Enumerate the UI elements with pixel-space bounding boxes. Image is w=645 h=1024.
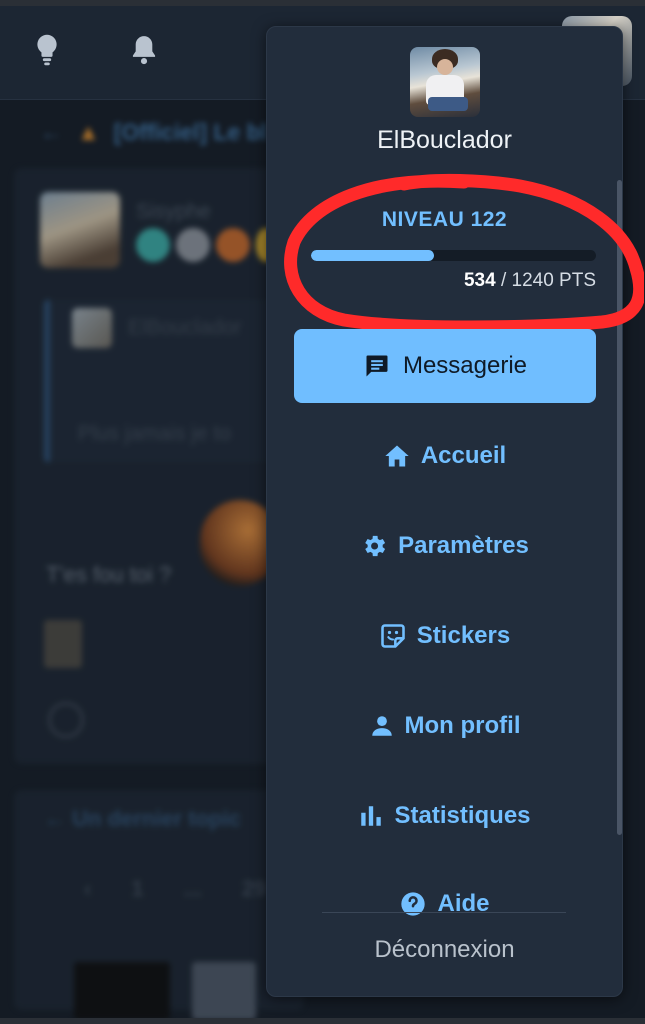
lightbulb-icon[interactable] (30, 32, 64, 68)
thumbnail[interactable] (192, 962, 256, 1020)
home-icon (385, 445, 409, 467)
pagination-prev[interactable]: ‹ (84, 876, 91, 902)
bar-chart-icon (361, 806, 382, 826)
topic2-title: Un dernier topic (72, 806, 241, 831)
red-circle-annotation (284, 173, 644, 334)
poster-avatar[interactable] (40, 192, 120, 268)
menu-item-label: Accueil (420, 442, 507, 469)
bottom-bar (0, 1018, 645, 1024)
menu-item-label: Statistiques (394, 802, 531, 829)
pagination: ‹ 1 ... 29 (84, 876, 266, 902)
messagerie-label: Messagerie (402, 352, 528, 379)
quote-text: Plus jamais je to (78, 422, 231, 445)
badge (216, 228, 250, 262)
topic-title: [Officiel] Le bl (113, 118, 268, 145)
badge (136, 228, 170, 262)
menu-item-label: Mon profil (404, 712, 521, 739)
chat-icon (366, 355, 388, 377)
topic2-breadcrumb[interactable]: ← Un dernier topic (44, 806, 241, 832)
back-arrow-icon: ← (40, 118, 63, 145)
logout-button[interactable]: Déconnexion (266, 936, 623, 964)
sticker-icon (381, 624, 405, 648)
emoji-reaction-icon[interactable] (48, 702, 84, 738)
menu-item-label: Paramètres (398, 532, 529, 559)
thumbnail[interactable] (74, 962, 170, 1020)
user-avatar[interactable] (410, 47, 480, 117)
gear-icon (365, 535, 386, 557)
flame-icon: ▲ (77, 118, 100, 145)
person-icon (371, 716, 392, 736)
menu-item-label: Stickers (416, 622, 511, 649)
quote-author: ElBouclador (128, 316, 242, 339)
menu-item-accueil[interactable]: Accueil (266, 426, 623, 486)
badge (176, 228, 210, 262)
pagination-page[interactable]: 29 (242, 876, 266, 902)
menu-item-parametres[interactable]: Paramètres (266, 516, 623, 576)
menu-item-stickers[interactable]: Stickers (266, 606, 623, 666)
menu-item-label: Aide (437, 890, 490, 917)
pagination-ellipsis: ... (183, 876, 202, 901)
messagerie-button[interactable]: Messagerie (294, 329, 596, 403)
poster-name[interactable]: Sisyphe (136, 200, 211, 224)
help-icon (401, 892, 426, 916)
quote-avatar (72, 308, 112, 348)
username: ElBouclador (377, 126, 512, 154)
menu-item-mon-profil[interactable]: Mon profil (266, 696, 623, 756)
bell-icon[interactable] (127, 32, 161, 68)
post-text: T'es fou toi ? (46, 562, 172, 587)
attachment-thumbnail[interactable] (44, 620, 82, 668)
menu-item-statistiques[interactable]: Statistiques (266, 786, 623, 846)
menu-divider (322, 912, 566, 913)
topic-breadcrumb[interactable]: ← ▲ [Officiel] Le bl (16, 112, 296, 152)
pagination-page[interactable]: 1 (131, 876, 143, 902)
menu-item-aide[interactable]: Aide (266, 890, 623, 918)
